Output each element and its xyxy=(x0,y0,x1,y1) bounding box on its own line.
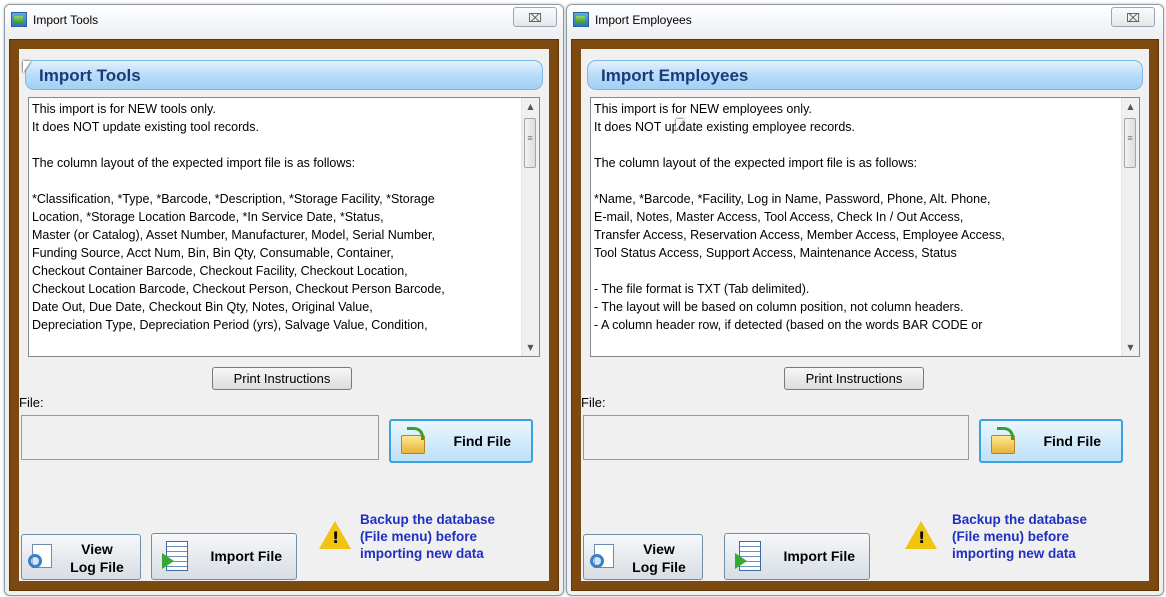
scroll-thumb[interactable] xyxy=(524,118,536,168)
title-bar: Import Employees ⌧ xyxy=(567,5,1163,35)
mouse-cursor xyxy=(23,61,31,73)
file-path-field[interactable] xyxy=(21,415,379,460)
app-icon xyxy=(11,12,27,27)
text-line xyxy=(594,262,1117,280)
warning-line: (File menu) before xyxy=(360,529,478,544)
section-title: Import Employees xyxy=(601,66,749,85)
warning-line: (File menu) before xyxy=(952,529,1070,544)
import-file-label: Import File xyxy=(783,548,855,564)
instructions-text: This import is for NEW tools only. It do… xyxy=(32,100,517,334)
text-line: This import is for NEW employees only. xyxy=(594,102,812,116)
text-line: - The file format is TXT (Tab delimited)… xyxy=(594,282,810,296)
find-file-label: Find File xyxy=(453,433,511,449)
text-line: Checkout Container Barcode, Checkout Fac… xyxy=(32,264,408,278)
text-line: It does NOT update existing employee rec… xyxy=(594,120,856,134)
warning-line: importing new data xyxy=(360,546,484,561)
import-employees-window: Import Employees ⌧ Import Employees This… xyxy=(566,4,1164,596)
text-line: - The layout will be based on column pos… xyxy=(594,300,964,314)
folder-icon xyxy=(991,427,1017,455)
section-header: Import Tools xyxy=(25,60,543,90)
text-line: Date Out, Due Date, Checkout Bin Qty, No… xyxy=(32,300,373,314)
view-log-line: Log File xyxy=(632,559,686,575)
view-log-label: View Log File xyxy=(622,540,696,576)
import-file-label: Import File xyxy=(210,548,282,564)
view-log-file-button[interactable]: View Log File xyxy=(21,534,141,580)
window-title: Import Tools xyxy=(33,13,99,27)
section-header: Import Employees xyxy=(587,60,1143,90)
view-log-line: Log File xyxy=(70,559,124,575)
text-line xyxy=(594,172,1117,190)
content-frame: Import Employees This import is for NEW … xyxy=(571,39,1159,591)
magnifier-document-icon xyxy=(590,544,616,574)
window-title: Import Employees xyxy=(595,13,692,27)
content-frame: Import Tools This import is for NEW tool… xyxy=(9,39,559,591)
view-log-label: View Log File xyxy=(60,540,134,576)
warning-line: Backup the database xyxy=(360,512,496,527)
view-log-file-button[interactable]: View Log File xyxy=(583,534,703,580)
instructions-text: This import is for NEW employees only. I… xyxy=(594,100,1117,334)
content-panel: Import Employees This import is for NEW … xyxy=(581,49,1149,581)
text-line: *Classification, *Type, *Barcode, *Descr… xyxy=(32,192,435,206)
text-line: Checkout Location Barcode, Checkout Pers… xyxy=(32,282,445,296)
text-line: *Name, *Barcode, *Facility, Log in Name,… xyxy=(594,192,991,206)
text-line: - A column header row, if detected (base… xyxy=(594,318,983,332)
scroll-thumb[interactable] xyxy=(1124,118,1136,168)
instructions-textbox[interactable]: This import is for NEW tools only. It do… xyxy=(28,97,540,357)
content-panel: Import Tools This import is for NEW tool… xyxy=(19,49,549,581)
find-file-button[interactable]: Find File xyxy=(979,419,1123,463)
close-button[interactable]: ⌧ xyxy=(1111,7,1155,27)
file-path-field[interactable] xyxy=(583,415,969,460)
find-file-label: Find File xyxy=(1043,433,1101,449)
backup-warning-text: Backup the database (File menu) before i… xyxy=(952,511,1102,562)
text-line: Funding Source, Acct Num, Bin, Bin Qty, … xyxy=(32,246,394,260)
text-line: E-mail, Notes, Master Access, Tool Acces… xyxy=(594,210,964,224)
section-title: Import Tools xyxy=(39,66,141,85)
text-line: Depreciation Type, Depreciation Period (… xyxy=(32,318,428,332)
warning-line: Backup the database xyxy=(952,512,1088,527)
text-line: This import is for NEW tools only. xyxy=(32,102,216,116)
find-file-button[interactable]: Find File xyxy=(389,419,533,463)
vertical-scrollbar[interactable]: ▲ ▼ xyxy=(1121,98,1139,356)
mouse-cursor xyxy=(676,119,684,131)
text-line xyxy=(594,136,1117,154)
print-instructions-button[interactable]: Print Instructions xyxy=(212,367,352,390)
scroll-down-arrow-icon[interactable]: ▼ xyxy=(1122,339,1139,356)
text-line: The column layout of the expected import… xyxy=(32,156,356,170)
folder-icon xyxy=(401,427,427,455)
text-line: Location, *Storage Location Barcode, *In… xyxy=(32,210,384,224)
instructions-textbox[interactable]: This import is for NEW employees only. I… xyxy=(590,97,1140,357)
scroll-up-arrow-icon[interactable]: ▲ xyxy=(522,98,539,115)
scroll-up-arrow-icon[interactable]: ▲ xyxy=(1122,98,1139,115)
title-bar: Import Tools ⌧ xyxy=(5,5,563,35)
text-line xyxy=(32,172,517,190)
import-document-icon xyxy=(735,541,763,573)
close-button[interactable]: ⌧ xyxy=(513,7,557,27)
view-log-line: View xyxy=(81,541,113,557)
backup-warning-text: Backup the database (File menu) before i… xyxy=(360,511,510,562)
import-document-icon xyxy=(162,541,190,573)
warning-icon: ! xyxy=(319,521,351,549)
warning-icon: ! xyxy=(905,521,937,549)
warning-line: importing new data xyxy=(952,546,1076,561)
text-line: Transfer Access, Reservation Access, Mem… xyxy=(594,228,1005,242)
view-log-line: View xyxy=(643,541,675,557)
text-line: It does NOT update existing tool records… xyxy=(32,120,259,134)
text-line: The column layout of the expected import… xyxy=(594,156,918,170)
text-line: Tool Status Access, Support Access, Main… xyxy=(594,246,957,260)
import-file-button[interactable]: Import File xyxy=(724,533,870,580)
import-tools-window: Import Tools ⌧ Import Tools This import … xyxy=(4,4,564,596)
vertical-scrollbar[interactable]: ▲ ▼ xyxy=(521,98,539,356)
text-line xyxy=(32,136,517,154)
text-line: Master (or Catalog), Asset Number, Manuf… xyxy=(32,228,435,242)
import-file-button[interactable]: Import File xyxy=(151,533,297,580)
file-label: File: xyxy=(19,395,44,410)
print-instructions-button[interactable]: Print Instructions xyxy=(784,367,924,390)
magnifier-document-icon xyxy=(28,544,54,574)
app-icon xyxy=(573,12,589,27)
scroll-down-arrow-icon[interactable]: ▼ xyxy=(522,339,539,356)
file-label: File: xyxy=(581,395,606,410)
